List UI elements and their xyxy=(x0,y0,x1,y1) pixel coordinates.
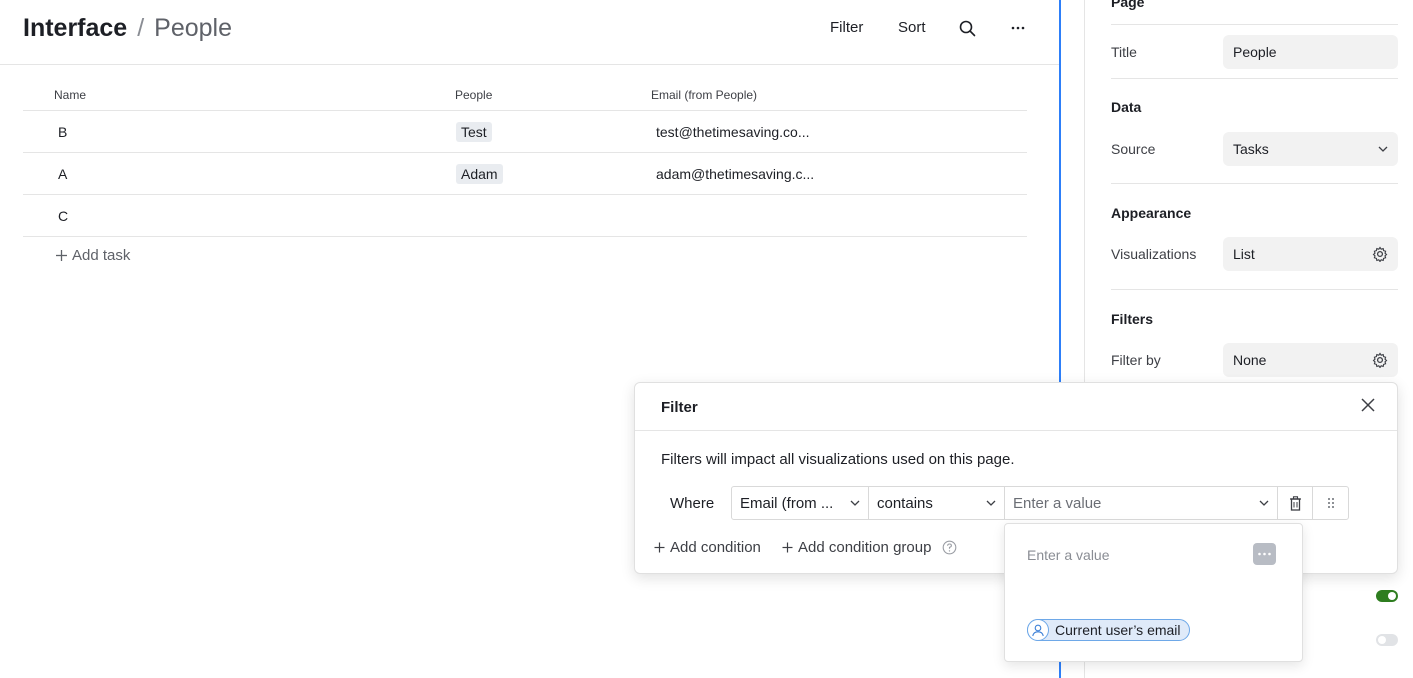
chevron-down-icon xyxy=(850,500,860,506)
sort-button[interactable]: Sort xyxy=(898,19,926,36)
cell-people-pill: Test xyxy=(456,122,492,142)
cell-email: test@thetimesaving.co... xyxy=(656,124,810,140)
page-header: Interface / People Filter Sort xyxy=(0,0,1059,65)
search-icon[interactable] xyxy=(957,18,977,38)
drag-handle[interactable] xyxy=(1312,486,1349,520)
help-icon[interactable] xyxy=(942,540,957,555)
value-select-placeholder: Enter a value xyxy=(1013,494,1102,512)
value-select[interactable]: Enter a value xyxy=(1004,486,1278,520)
divider xyxy=(1111,78,1398,79)
title-value: People xyxy=(1233,44,1277,60)
delete-condition-button[interactable] xyxy=(1277,486,1313,520)
section-title-data: Data xyxy=(1111,99,1142,115)
divider xyxy=(1111,289,1398,290)
column-header-people[interactable]: People xyxy=(455,88,492,102)
table-row[interactable]: B Test test@thetimesaving.co... xyxy=(23,111,1027,153)
drag-handle-icon xyxy=(1327,498,1334,508)
visualizations-field[interactable]: List xyxy=(1223,237,1398,271)
breadcrumb-interface[interactable]: Interface xyxy=(23,14,127,43)
breadcrumb-separator: / xyxy=(137,14,145,42)
plus-icon xyxy=(654,542,665,553)
chevron-down-icon xyxy=(1378,146,1388,152)
filter-button[interactable]: Filter xyxy=(830,19,863,36)
value-dropdown: Enter a value Current user’s email xyxy=(1004,523,1303,662)
trash-icon xyxy=(1289,495,1301,511)
cell-email: adam@thetimesaving.c... xyxy=(656,166,815,182)
field-select[interactable]: Email (from ... xyxy=(731,486,869,520)
toggle-switch-off[interactable] xyxy=(1376,634,1398,646)
cell-name: B xyxy=(58,124,68,140)
title-label: Title xyxy=(1111,44,1137,60)
chevron-down-icon xyxy=(986,500,996,506)
add-condition-group-label: Add condition group xyxy=(798,539,932,556)
source-value: Tasks xyxy=(1233,141,1269,157)
filter-by-value: None xyxy=(1233,352,1267,368)
user-icon xyxy=(1027,619,1049,641)
cell-name: A xyxy=(58,166,68,182)
filter-by-label: Filter by xyxy=(1111,352,1161,368)
more-options-icon[interactable] xyxy=(1253,543,1276,565)
visualizations-value: List xyxy=(1233,246,1255,262)
gear-icon[interactable] xyxy=(1372,352,1388,368)
current-user-email-option[interactable]: Current user’s email xyxy=(1027,619,1190,641)
add-condition-label: Add condition xyxy=(670,539,761,556)
section-title-appearance: Appearance xyxy=(1111,205,1192,221)
field-select-value: Email (from ... xyxy=(740,494,834,512)
column-header-email[interactable]: Email (from People) xyxy=(651,88,757,102)
operator-select[interactable]: contains xyxy=(868,486,1005,520)
visualizations-label: Visualizations xyxy=(1111,246,1197,262)
add-task-label: Add task xyxy=(72,247,131,264)
filter-popover-header: Filter xyxy=(635,383,1397,431)
value-dropdown-input[interactable]: Enter a value xyxy=(1027,547,1110,563)
source-select[interactable]: Tasks xyxy=(1223,132,1398,166)
plus-icon xyxy=(56,250,67,261)
table-row[interactable]: C xyxy=(23,195,1027,237)
page-title[interactable]: People xyxy=(154,14,232,43)
cell-name: C xyxy=(58,208,69,224)
main-area: Interface / People Filter Sort Name Peop… xyxy=(0,0,1060,678)
chevron-down-icon xyxy=(1259,500,1269,506)
filter-note: Filters will impact all visualizations u… xyxy=(661,451,1015,468)
filter-popover-title: Filter xyxy=(661,399,698,416)
add-condition-group-button[interactable]: Add condition group xyxy=(782,539,957,556)
divider xyxy=(1111,24,1398,25)
current-user-email-label: Current user’s email xyxy=(1055,622,1181,638)
toggle-switch-on[interactable] xyxy=(1376,590,1398,602)
source-label: Source xyxy=(1111,141,1156,157)
toggle-knob xyxy=(1378,636,1386,644)
plus-icon xyxy=(782,542,793,553)
cell-people-pill: Adam xyxy=(456,164,503,184)
add-condition-button[interactable]: Add condition xyxy=(654,539,761,556)
operator-select-value: contains xyxy=(877,494,933,512)
table-header: Name People Email (from People) xyxy=(23,80,1027,111)
where-label: Where xyxy=(670,495,715,512)
more-options-icon[interactable] xyxy=(1008,18,1028,38)
divider xyxy=(1111,183,1398,184)
column-header-name[interactable]: Name xyxy=(54,88,86,102)
title-input[interactable]: People xyxy=(1223,35,1398,69)
section-title-filters: Filters xyxy=(1111,311,1154,327)
table-row[interactable]: A Adam adam@thetimesaving.c... xyxy=(23,153,1027,195)
gear-icon[interactable] xyxy=(1372,246,1388,262)
toggle-knob xyxy=(1388,592,1396,600)
section-title-page: Page xyxy=(1111,0,1145,10)
filter-by-field[interactable]: None xyxy=(1223,343,1398,377)
records-table: Name People Email (from People) B Test t… xyxy=(23,80,1027,264)
add-task-button[interactable]: Add task xyxy=(55,247,130,264)
breadcrumb: Interface / People xyxy=(23,14,232,43)
close-icon[interactable] xyxy=(1361,398,1377,414)
